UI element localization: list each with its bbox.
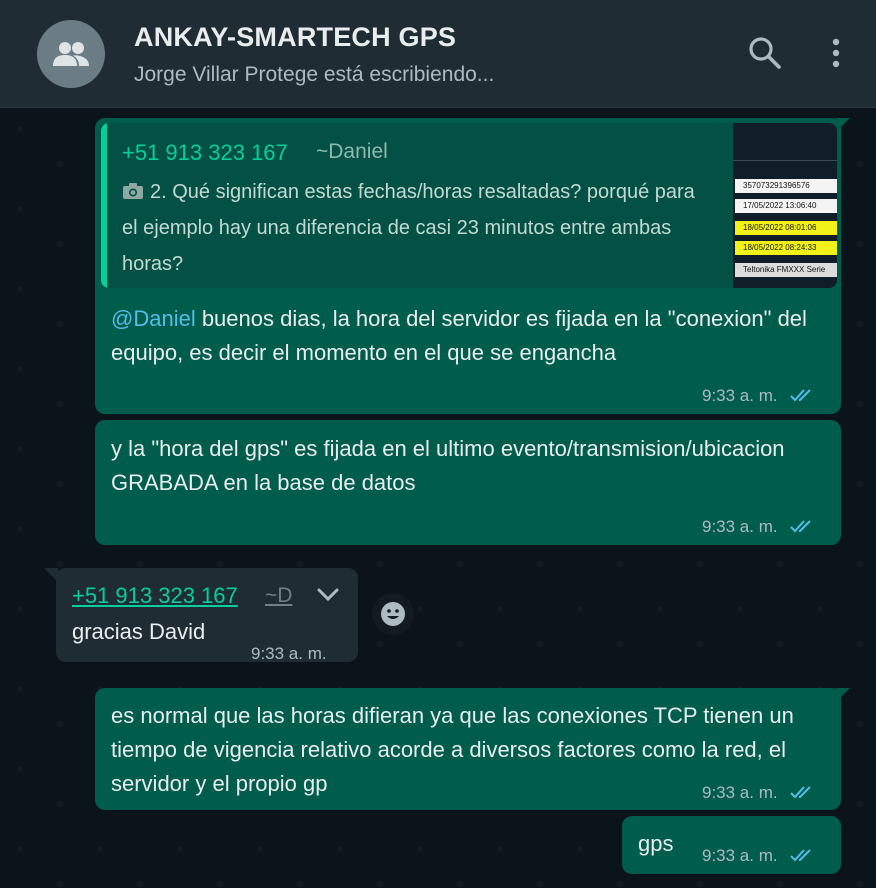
typing-status: Jorge Villar Protege está escribiendo... (134, 63, 495, 86)
group-icon (53, 42, 89, 66)
message-meta: 9:33 a. m. (702, 783, 814, 803)
thumbnail-row: Teltonika FMXXX Serie (735, 263, 837, 277)
quote-text: 2. Qué significan estas fechas/horas res… (122, 174, 702, 282)
message-time: 9:33 a. m. (702, 783, 778, 802)
camera-icon (123, 183, 143, 199)
thumbnail-row: 357073291396576 (735, 179, 837, 193)
thumbnail-row-highlighted: 18/05/2022 08:01:06 (735, 221, 837, 235)
message-time: 9:33 a. m. (251, 644, 327, 663)
react-button[interactable] (372, 593, 414, 635)
chevron-down-icon[interactable] (316, 587, 340, 603)
thumbnail-divider (733, 160, 837, 161)
message-meta: 9:33 a. m. (702, 846, 814, 866)
quote-sender-phone: +51 913 323 167 (122, 140, 288, 165)
message-bubble-incoming[interactable]: +51 913 323 167 ~D gracias David 9:33 a.… (56, 568, 358, 663)
read-receipt-icon (790, 389, 812, 402)
mention-link[interactable]: @Daniel (111, 306, 196, 331)
chat-header[interactable]: ANKAY-SMARTECH GPS Jorge Villar Protege … (0, 0, 876, 108)
sender-phone[interactable]: +51 913 323 167 (72, 581, 238, 611)
quote-sender-name: ~Daniel (316, 140, 388, 163)
message-body: buenos dias, la hora del servidor es fij… (111, 306, 807, 365)
quote-accent-bar (101, 123, 107, 288)
message-meta: 9:33 a. m. (702, 517, 814, 537)
message-time: 9:33 a. m. (702, 386, 778, 405)
quote-text-content: 2. Qué significan estas fechas/horas res… (122, 181, 695, 275)
message-time: 9:33 a. m. (702, 517, 778, 536)
message-body: gps (638, 831, 674, 856)
chat-title[interactable]: ANKAY-SMARTECH GPS (134, 22, 456, 53)
group-avatar[interactable] (37, 20, 105, 88)
quoted-message[interactable]: +51 913 323 167 ~Daniel 2. Qué significa… (101, 123, 837, 288)
message-meta: 9:33 a. m. (702, 386, 814, 406)
emoji-icon (381, 602, 405, 626)
search-icon[interactable] (748, 36, 782, 75)
message-time: 9:33 a. m. (702, 846, 778, 865)
read-receipt-icon (790, 849, 812, 862)
thumbnail-row-highlighted: 18/05/2022 08:24:33 (735, 241, 837, 255)
more-vert-icon[interactable] (828, 38, 844, 77)
bubble-tail (836, 118, 850, 132)
bubble-tail (44, 568, 58, 582)
thumbnail-row: 17/05/2022 13:06:40 (735, 199, 837, 213)
sender-name[interactable]: ~D (265, 581, 292, 611)
message-text: @Daniel buenos dias, la hora del servido… (111, 302, 811, 370)
read-receipt-icon (790, 786, 812, 799)
message-body: gracias David (72, 619, 206, 644)
message-body: y la "hora del gps" es fijada en el ulti… (111, 436, 785, 495)
read-receipt-icon (790, 520, 812, 533)
bubble-tail (836, 688, 850, 702)
quote-thumbnail[interactable]: 357073291396576 17/05/2022 13:06:40 18/0… (733, 123, 837, 288)
